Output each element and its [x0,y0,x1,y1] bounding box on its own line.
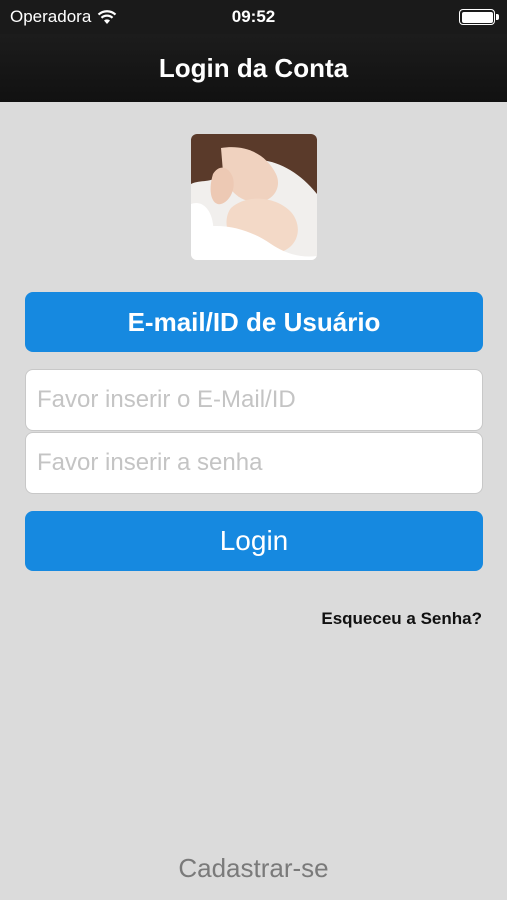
signup-link[interactable]: Cadastrar-se [0,853,507,884]
mother-baby-image [191,134,317,260]
password-input[interactable] [25,432,483,494]
clock: 09:52 [231,7,276,26]
login-button-label: Login [219,525,289,556]
avatar [191,134,317,260]
forgot-password-link[interactable]: Esqueceu a Senha? [321,609,482,629]
battery-icon [459,9,499,25]
account-type-label: E-mail/ID de Usuário [127,306,381,337]
email-input[interactable] [25,369,483,431]
login-button[interactable]: Login [25,511,483,571]
page-title: Login da Conta [158,52,349,83]
account-type-header: E-mail/ID de Usuário [25,292,483,352]
status-bar: Operadora 09:52 [0,0,507,34]
nav-bar: Login da Conta [0,34,507,102]
